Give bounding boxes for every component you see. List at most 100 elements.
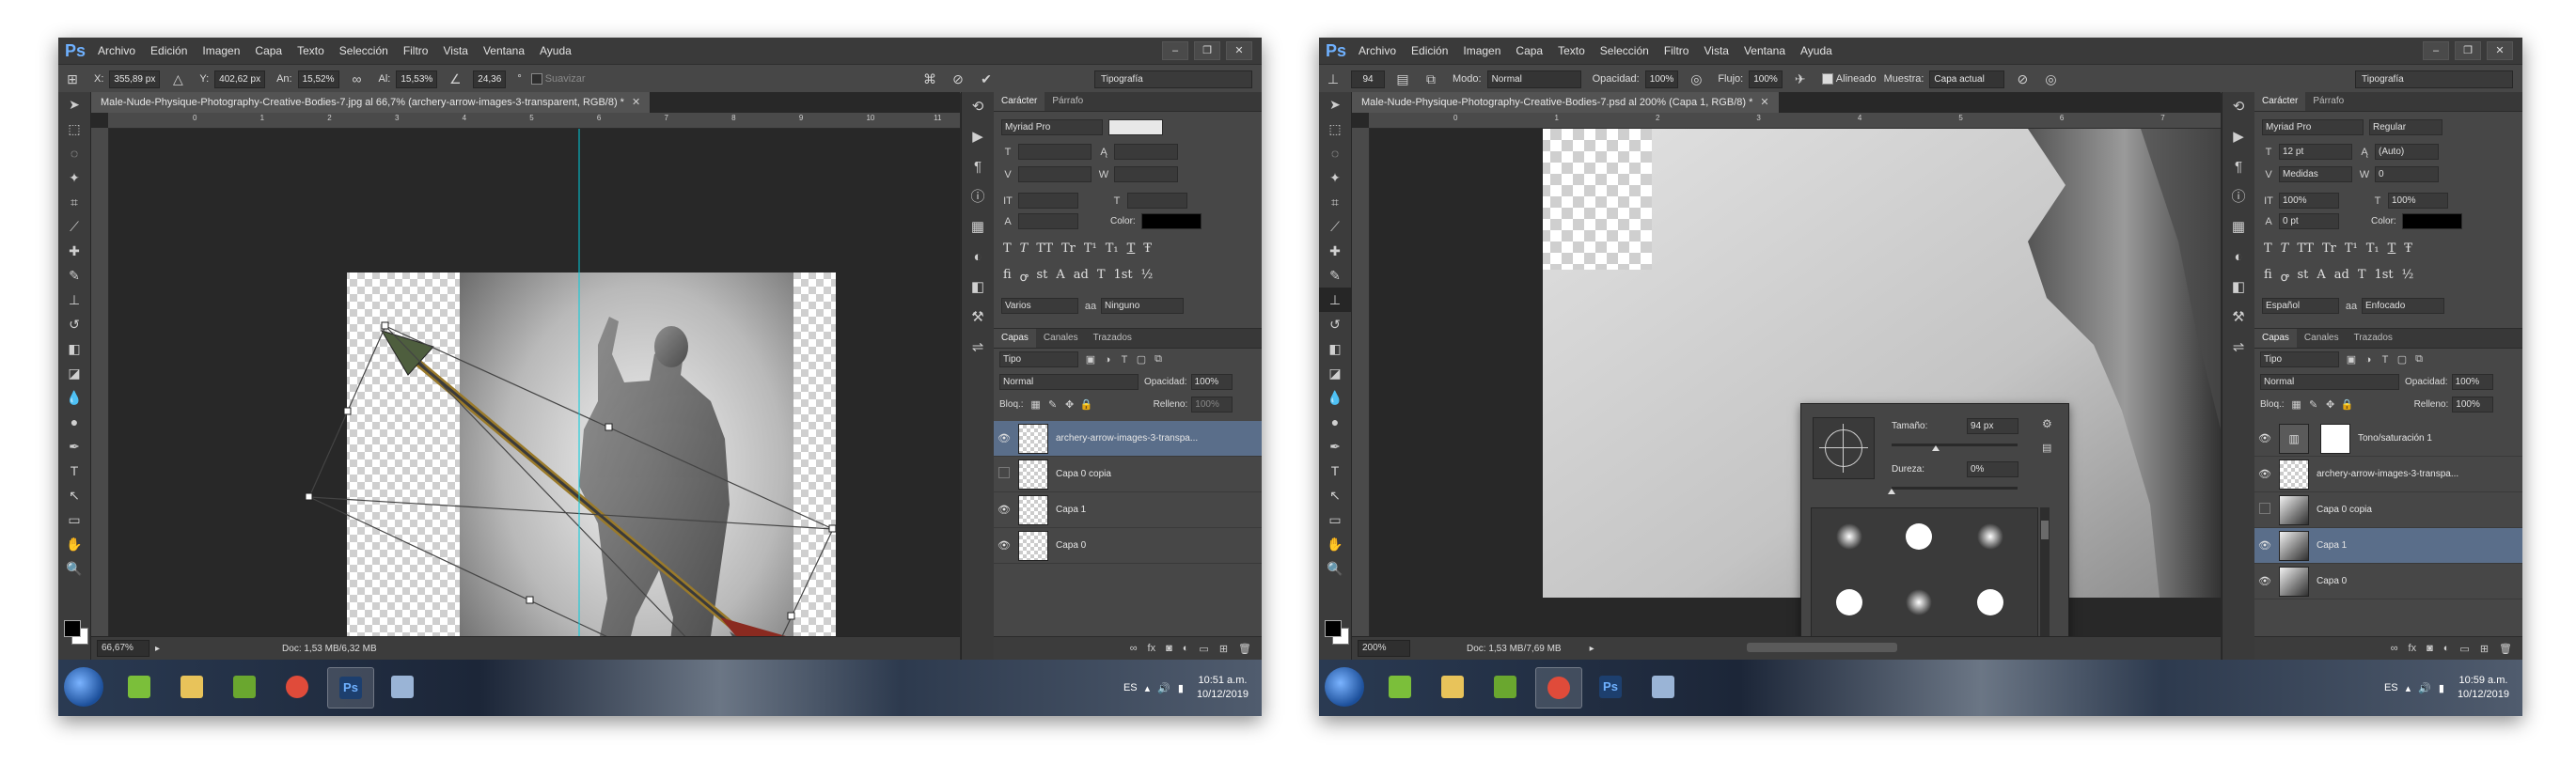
sample-select[interactable]: Capa actual [1929,70,2005,88]
move-tool-icon[interactable]: ➤ [58,92,90,117]
eyedropper-icon[interactable]: ⟋ [58,214,90,239]
commit-transform-icon[interactable]: ✔ [978,70,995,87]
menu-edicion[interactable]: Edición [150,44,187,57]
reference-point-icon[interactable]: ⊞ [64,70,81,87]
menu-ayuda[interactable]: Ayuda [540,44,572,57]
link-layers-icon[interactable]: ∞ [1130,643,1138,654]
font-family-select[interactable]: Myriad Pro [2262,119,2364,135]
zoom-level[interactable]: 66,67% [97,640,149,657]
document-tab[interactable]: Male-Nude-Physique-Photography-Creative-… [91,92,652,113]
zoom-level[interactable]: 200% [1358,640,1410,657]
menu-archivo[interactable]: Archivo [98,44,135,57]
tab-capas[interactable]: Capas [2254,329,2297,348]
minimize-icon[interactable]: – [2423,41,2449,60]
shape-tool-icon[interactable]: ▭ [58,507,90,532]
layer-row[interactable]: Capa 0 copia [2254,492,2522,528]
ordinals-button[interactable]: 1st [2374,268,2393,285]
brush-preset-soft[interactable] [1906,589,1932,615]
taskbar-paintbrush-icon[interactable] [380,667,425,707]
antialias-select[interactable]: Enfocado [2362,298,2444,314]
hardness-slider[interactable] [1888,487,2018,494]
font-style-select[interactable] [1108,119,1163,135]
color-panel-icon[interactable]: ◐ [962,242,994,272]
eraser-tool-icon[interactable]: ◧ [1319,336,1351,361]
clock[interactable]: 10:51 a.m. 10/12/2019 [1197,674,1249,702]
layer-row[interactable]: 👁 archery-arrow-images-3-transpa... [994,421,1262,457]
cancel-transform-icon[interactable]: ⊘ [950,70,966,87]
type-tool-icon[interactable]: T [58,459,90,483]
hand-tool-icon[interactable]: ✋ [58,532,90,556]
layer-filter-select[interactable]: Tipo [999,351,1078,367]
new-adjustment-icon[interactable]: ◐ [1183,643,1189,654]
visibility-eye-icon[interactable]: 👁 [2254,539,2275,552]
workspace-select[interactable]: Tipografía [1094,70,1252,88]
lock-all-icon[interactable]: 🔒 [2341,398,2354,411]
history-panel-icon[interactable]: ⟲ [962,92,994,122]
clock[interactable]: 10:59 a.m. 10/12/2019 [2458,674,2509,702]
all-caps-button[interactable]: TT [1036,241,1053,256]
hardness-field[interactable]: 0% [1967,461,2018,477]
swatches-panel-icon[interactable]: ▦ [962,212,994,242]
canvas-view[interactable] [109,129,960,637]
layer-row[interactable]: 👁 Capa 0 [2254,564,2522,600]
tab-trazados[interactable]: Trazados [2347,329,2400,348]
fill-field[interactable]: 100% [2452,397,2494,413]
strikethrough-button[interactable]: Ŧ [2404,241,2412,256]
brush-size-preset[interactable]: 94 [1351,70,1385,88]
minimize-icon[interactable]: – [1162,41,1188,60]
brush-preset-soft[interactable] [1836,523,1862,550]
lock-all-icon[interactable]: 🔒 [1080,398,1093,411]
underline-button[interactable]: T [1127,241,1136,256]
pen-tool-icon[interactable]: ✒ [1319,434,1351,459]
size-slider-thumb[interactable] [1931,445,1940,451]
menu-texto[interactable]: Texto [297,44,324,57]
layer-row[interactable]: 👁 Capa 1 [2254,528,2522,564]
magic-wand-icon[interactable]: ✦ [58,165,90,190]
layer-thumbnail[interactable] [2279,530,2309,561]
menu-ayuda[interactable]: Ayuda [1800,44,1832,57]
tracking-field[interactable]: 0 [2375,166,2439,182]
taskbar-paint-app-icon[interactable] [117,667,162,707]
blend-mode-select[interactable]: Normal [2260,374,2399,390]
start-button[interactable] [64,667,103,707]
network-icon[interactable]: ▮ [1178,682,1184,694]
tab-caracter[interactable]: Carácter [994,92,1045,111]
tray-arrow-icon[interactable]: ▴ [2406,682,2411,694]
brush-tool-icon[interactable]: ✎ [58,263,90,288]
canvas-view[interactable]: Tamaño: 94 px ⚙ ▤ Dureza: 0% [1370,129,2221,637]
swatches-panel-icon[interactable]: ▦ [2223,212,2254,242]
paragraph-panel-icon[interactable]: ¶ [962,152,994,182]
horizontal-scale-field[interactable] [1127,193,1187,209]
info-panel-icon[interactable]: ⓘ [2223,182,2254,212]
lasso-tool-icon[interactable]: ◌ [1319,141,1351,165]
history-panel-icon[interactable]: ⟲ [2223,92,2254,122]
stylistic-alternates-button[interactable]: ad [1074,268,1089,285]
menu-ventana[interactable]: Ventana [1744,44,1785,57]
small-caps-button[interactable]: Tr [1061,241,1076,256]
vertical-scale-field[interactable] [1018,193,1078,209]
swash-button[interactable]: A [1056,268,1064,285]
clone-source-icon[interactable]: ⧉ [1422,70,1439,87]
hand-tool-icon[interactable]: ✋ [1319,532,1351,556]
blend-mode-select[interactable]: Normal [999,374,1139,390]
brush-panel-icon[interactable]: ⚒ [2223,303,2254,333]
menu-imagen[interactable]: Imagen [1463,44,1500,57]
lock-pixels-icon[interactable]: ✎ [2307,398,2320,411]
ligature-button[interactable]: fi [2264,268,2272,285]
opacity-field[interactable]: 100% [1190,374,1233,390]
kerning-field[interactable]: Medidas [2279,166,2352,182]
filter-smart-icon[interactable]: ⧉ [2412,353,2426,366]
adjustments-panel-icon[interactable]: ⇌ [2223,333,2254,363]
layer-thumbnail[interactable] [1018,530,1048,561]
marquee-tool-icon[interactable]: ⬚ [58,117,90,141]
brush-preset-hard[interactable] [1906,523,1932,550]
size-slider[interactable] [1892,444,2018,451]
brush-panel-toggle-icon[interactable]: ▤ [1394,70,1411,87]
superscript-button[interactable]: T¹ [1084,241,1097,256]
zoom-tool-icon[interactable]: 🔍 [58,556,90,581]
delete-layer-icon[interactable]: 🗑 [2499,643,2512,655]
filter-shape-icon[interactable]: ▢ [1135,353,1148,366]
smooth-checkbox[interactable] [530,73,542,85]
workspace-select[interactable]: Tipografía [2355,70,2513,88]
lock-transparent-icon[interactable]: ▦ [1029,398,1043,411]
